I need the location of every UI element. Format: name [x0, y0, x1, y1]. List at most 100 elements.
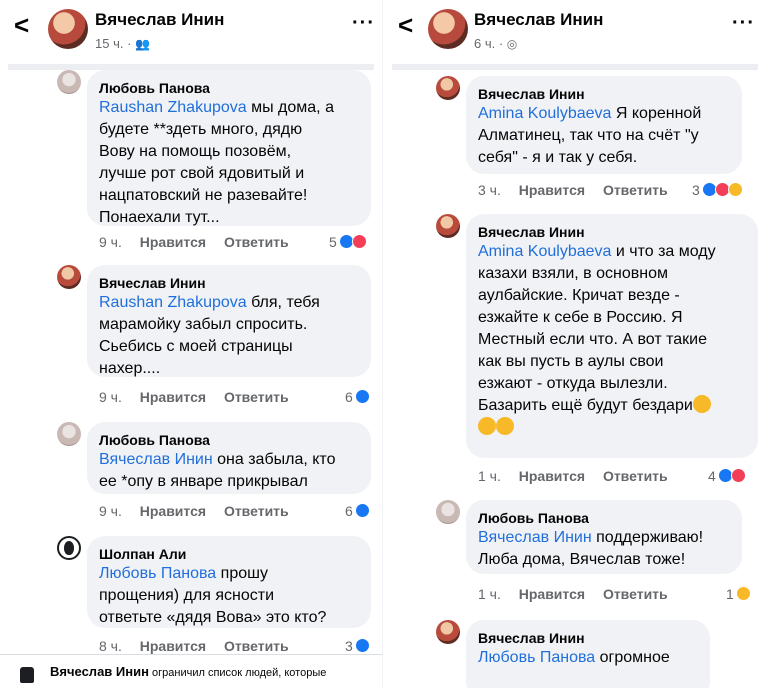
reaction-summary[interactable]: 3 [345, 638, 370, 654]
reply-button[interactable]: Ответить [224, 503, 289, 519]
post-time[interactable]: 6 ч. · [474, 36, 503, 51]
comment-bubble: Любовь Панова Вячеслав Инин поддерживаю!… [466, 500, 742, 574]
comment-time[interactable]: 9 ч. [99, 503, 122, 519]
commenter-avatar[interactable] [57, 265, 81, 289]
reaction-count: 3 [692, 182, 700, 198]
commenter-avatar[interactable] [436, 76, 460, 100]
reply-button[interactable]: Ответить [224, 389, 289, 405]
like-reaction-icon [354, 638, 370, 653]
mention-link[interactable]: Любовь Панова [478, 649, 595, 666]
mention-link[interactable]: Любовь Панова [99, 565, 216, 582]
post-header: < Вячеслав Инин 15 ч. · 👥 ··· [0, 0, 382, 64]
mention-link[interactable]: Amina Koulybaeva [478, 105, 611, 122]
post-meta: 15 ч. · 👥 [95, 36, 150, 51]
comment-author[interactable]: Вячеслав Инин [478, 223, 746, 241]
comment-author[interactable]: Шолпан Али [99, 545, 359, 563]
love-reaction-icon [730, 468, 746, 483]
reply-button[interactable]: Ответить [224, 638, 289, 654]
mention-link[interactable]: Вячеслав Инин [99, 451, 213, 468]
reply-button[interactable]: Ответить [603, 586, 668, 602]
comment: Любовь Панова Вячеслав Инин поддерживаю!… [436, 500, 764, 608]
comment: Вячеслав Инин Amina Koulybaeva Я коренно… [436, 76, 764, 206]
commenter-avatar[interactable] [57, 536, 81, 560]
mention-link[interactable]: Вячеслав Инин [478, 529, 592, 546]
author-avatar[interactable] [428, 9, 468, 49]
globe-icon: ◎ [506, 37, 518, 51]
comment-time[interactable]: 3 ч. [478, 182, 501, 198]
comment-bubble: Вячеслав Инин Любовь Панова огромное [466, 620, 710, 688]
reaction-count: 3 [345, 638, 353, 654]
mention-link[interactable]: Raushan Zhakupova [99, 99, 247, 116]
reaction-summary[interactable]: 6 [345, 503, 370, 519]
reply-button[interactable]: Ответить [224, 234, 289, 250]
commenter-avatar[interactable] [436, 214, 460, 238]
commenter-avatar[interactable] [57, 70, 81, 94]
comment-text: Вячеслав Инин она забыла, кто ее *опу в … [99, 451, 336, 490]
comment-time[interactable]: 1 ч. [478, 468, 501, 484]
reaction-summary[interactable]: 3 [692, 182, 743, 198]
love-reaction-icon [351, 234, 367, 249]
reply-button[interactable]: Ответить [603, 182, 668, 198]
like-button[interactable]: Нравится [519, 468, 585, 484]
comment-text: Любовь Панова огромное [478, 649, 670, 666]
comment-actions: 1 ч. Нравится Ответить [478, 468, 682, 484]
right-screenshot-panel: < Вячеслав Инин 6 ч. · ◎ ··· Вячеслав Ин… [384, 0, 766, 688]
rofl-emoji-icon [692, 395, 711, 413]
comment: Вячеслав Инин Любовь Панова огромное [436, 620, 764, 688]
comment-bubble: Любовь Панова Вячеслав Инин она забыла, … [87, 422, 371, 494]
comment-author[interactable]: Любовь Панова [478, 509, 730, 527]
restriction-notice: Вячеслав Инин ограничил список людей, ко… [0, 654, 382, 688]
comment-time[interactable]: 8 ч. [99, 638, 122, 654]
author-avatar[interactable] [48, 9, 88, 49]
post-author-name[interactable]: Вячеслав Инин [95, 10, 224, 30]
post-time[interactable]: 15 ч. · [95, 36, 131, 51]
like-reaction-icon [354, 389, 370, 404]
post-author-name[interactable]: Вячеслав Инин [474, 10, 603, 30]
like-button[interactable]: Нравится [140, 389, 206, 405]
comment-author[interactable]: Любовь Панова [99, 431, 359, 449]
comment-time[interactable]: 9 ч. [99, 389, 122, 405]
like-button[interactable]: Нравится [140, 638, 206, 654]
reply-button[interactable]: Ответить [603, 468, 668, 484]
more-options-button[interactable]: ··· [352, 12, 375, 35]
mention-link[interactable]: Raushan Zhakupova [99, 294, 247, 311]
comment-author[interactable]: Вячеслав Инин [99, 274, 359, 292]
comment-time[interactable]: 9 ч. [99, 234, 122, 250]
reaction-summary[interactable]: 6 [345, 389, 370, 405]
like-button[interactable]: Нравится [519, 182, 585, 198]
like-button[interactable]: Нравится [140, 503, 206, 519]
commenter-avatar[interactable] [436, 620, 460, 644]
commenter-avatar[interactable] [57, 422, 81, 446]
haha-reaction-icon [727, 182, 743, 197]
comment-author[interactable]: Вячеслав Инин [478, 629, 698, 647]
left-screenshot-panel: < Вячеслав Инин 15 ч. · 👥 ··· Любовь Пан… [0, 0, 383, 688]
like-button[interactable]: Нравится [140, 234, 206, 250]
comment-text: Любовь Панова прошу прощения) для ясност… [99, 565, 327, 626]
comment: Любовь Панова Raushan Zhakupova мы дома,… [57, 70, 377, 260]
comment-author[interactable]: Любовь Панова [99, 79, 359, 97]
lock-icon [20, 667, 34, 683]
reaction-summary[interactable]: 5 [329, 234, 367, 250]
comment-text: Amina Koulybaeva и что за моду казахи вз… [478, 241, 746, 439]
comment-text: Amina Koulybaeva Я коренной Алматинец, т… [478, 105, 702, 166]
more-options-button[interactable]: ··· [732, 12, 755, 35]
care-reaction-icon [735, 586, 751, 601]
rofl-emoji-icon [496, 417, 514, 435]
reaction-summary[interactable]: 1 [726, 586, 751, 602]
reaction-summary[interactable]: 4 [708, 468, 746, 484]
restriction-text: Вячеслав Инин ограничил список людей, ко… [50, 664, 327, 679]
commenter-avatar[interactable] [436, 500, 460, 524]
comment: Любовь Панова Вячеслав Инин она забыла, … [57, 422, 377, 528]
comment-bubble: Вячеслав Инин Raushan Zhakupova бля, теб… [87, 265, 371, 377]
comment-bubble: Вячеслав Инин Amina Koulybaeva Я коренно… [466, 76, 742, 174]
back-button[interactable]: < [398, 12, 413, 38]
mention-link[interactable]: Amina Koulybaeva [478, 243, 611, 260]
back-button[interactable]: < [14, 12, 29, 38]
comment-bubble: Любовь Панова Raushan Zhakupova мы дома,… [87, 70, 371, 226]
comment: Вячеслав Инин Amina Koulybaeva и что за … [436, 214, 764, 490]
comment-author[interactable]: Вячеслав Инин [478, 85, 730, 103]
rofl-emoji-icon [478, 417, 496, 435]
comment-time[interactable]: 1 ч. [478, 586, 501, 602]
like-button[interactable]: Нравится [519, 586, 585, 602]
comment-actions: 9 ч. Нравится Ответить [99, 389, 303, 405]
